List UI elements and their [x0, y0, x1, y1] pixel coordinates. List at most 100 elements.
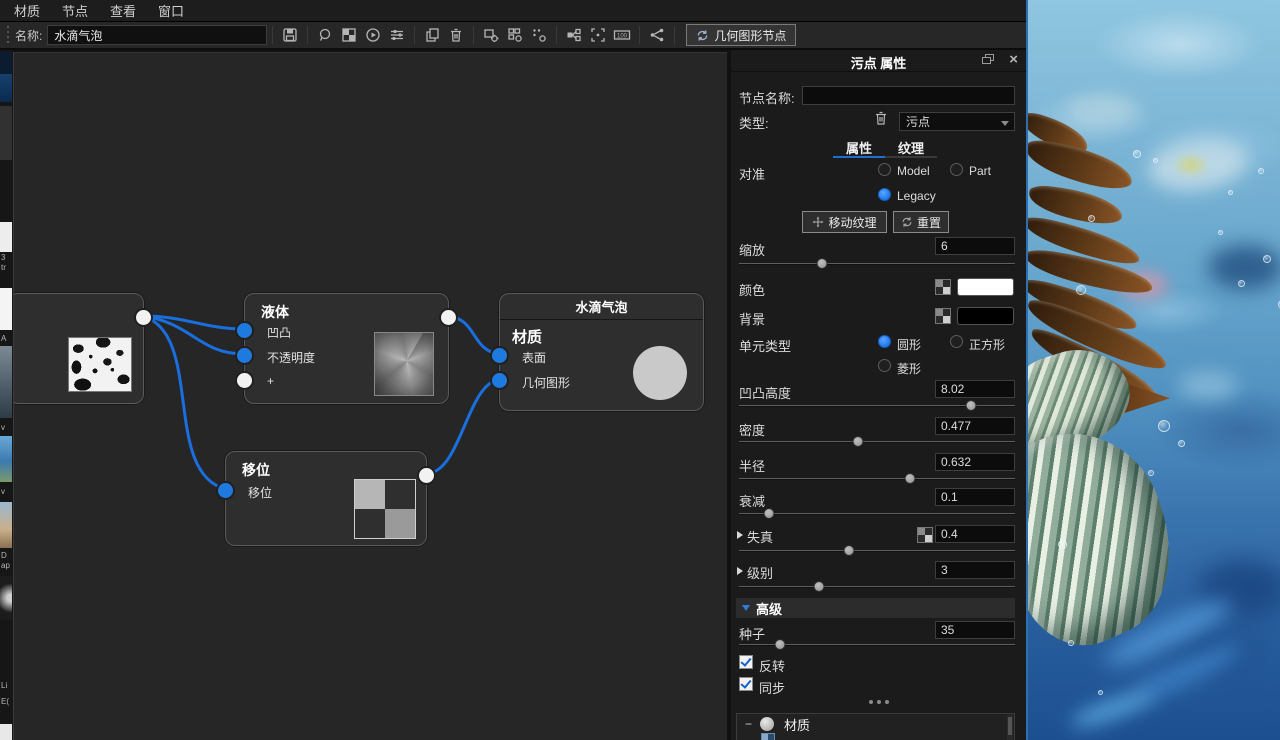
density-slider[interactable] [739, 436, 1015, 448]
distortion-slider[interactable] [739, 545, 1015, 557]
move-texture-button[interactable]: 移动纹理 [802, 211, 887, 233]
radio-circle[interactable] [878, 335, 891, 348]
input-port-geometry[interactable] [492, 373, 507, 388]
radius-input[interactable] [935, 453, 1015, 471]
output-port[interactable] [419, 468, 434, 483]
radio-diamond-label[interactable]: 菱形 [897, 360, 921, 377]
background-swatch[interactable] [957, 307, 1014, 325]
bump-height-slider[interactable] [739, 400, 1015, 412]
radio-part[interactable] [950, 163, 963, 176]
tab-texture[interactable]: 纹理 [885, 138, 937, 157]
menu-view[interactable]: 查看 [110, 1, 136, 20]
density-input[interactable] [935, 417, 1015, 435]
input-port-surface[interactable] [492, 348, 507, 363]
radio-diamond[interactable] [878, 359, 891, 372]
level-slider[interactable] [739, 581, 1015, 593]
output-port[interactable] [441, 310, 456, 325]
node-graph-canvas[interactable]: 液体 凹凸 不透明度 + 水滴气泡 材质 表面 几何图形 移位 移位 [13, 52, 727, 740]
invert-checkbox-label[interactable]: 反转 [759, 656, 785, 675]
output-port[interactable] [136, 310, 151, 325]
play-icon[interactable] [362, 24, 384, 46]
slider-thumb[interactable] [905, 473, 916, 484]
slider-thumb[interactable] [965, 400, 976, 411]
menu-node[interactable]: 节点 [62, 1, 88, 20]
input-port-bump[interactable] [237, 323, 252, 338]
radius-slider[interactable] [739, 473, 1015, 485]
tree-row-child-icon[interactable] [761, 733, 775, 740]
input-port-opacity[interactable] [237, 348, 252, 363]
invert-checkbox[interactable] [739, 655, 753, 669]
slider-thumb[interactable] [764, 508, 775, 519]
seed-slider[interactable] [739, 639, 1015, 651]
slider-thumb[interactable] [775, 639, 786, 650]
dots-settings-icon[interactable] [528, 24, 550, 46]
falloff-slider[interactable] [739, 508, 1015, 520]
fit-view-icon[interactable] [587, 24, 609, 46]
radio-model-label[interactable]: Model [897, 164, 930, 178]
sync-checkbox-label[interactable]: 同步 [759, 678, 785, 697]
port-label: 表面 [522, 349, 546, 366]
input-port-shift[interactable] [218, 483, 233, 498]
advanced-section-header[interactable]: 高级 [736, 598, 1015, 618]
expand-arrow-icon[interactable] [737, 531, 743, 539]
tree-scrollbar[interactable] [1007, 715, 1013, 740]
float-window-icon[interactable] [982, 54, 996, 66]
node-spots-texture[interactable] [13, 293, 144, 404]
split-branch-icon[interactable] [646, 24, 668, 46]
menu-window[interactable]: 窗口 [158, 1, 184, 20]
toolbar-separator [307, 26, 308, 44]
slider-thumb[interactable] [816, 258, 827, 269]
level-input[interactable] [935, 561, 1015, 579]
node-shift[interactable]: 移位 移位 [225, 451, 427, 546]
settings-sliders-icon[interactable] [386, 24, 408, 46]
reset-button[interactable]: 重置 [893, 211, 949, 233]
node-name-input[interactable] [802, 86, 1015, 105]
bump-height-input[interactable] [935, 380, 1015, 398]
radio-model[interactable] [878, 163, 891, 176]
distortion-input[interactable] [935, 525, 1015, 543]
scale-input[interactable] [935, 237, 1015, 255]
radio-circle-label[interactable]: 圆形 [897, 336, 921, 353]
node-settings-icon[interactable] [480, 24, 502, 46]
splitter-handle[interactable] [731, 700, 1026, 704]
expand-arrow-icon[interactable] [737, 567, 743, 575]
node-name-label: 节点名称: [739, 88, 795, 107]
multi-node-settings-icon[interactable] [504, 24, 526, 46]
background-texture-icon[interactable] [935, 308, 951, 324]
radio-part-label[interactable]: Part [969, 164, 991, 178]
node-water-drop-bubble[interactable]: 水滴气泡 材质 表面 几何图形 [499, 293, 704, 411]
geometry-node-button[interactable]: 几何图形节点 [686, 24, 796, 46]
slider-thumb[interactable] [844, 545, 855, 556]
slider-thumb[interactable] [814, 581, 825, 592]
seed-input[interactable] [935, 621, 1015, 639]
falloff-input[interactable] [935, 488, 1015, 506]
sync-checkbox[interactable] [739, 677, 753, 691]
preview-icon[interactable] [314, 24, 336, 46]
scale-slider[interactable] [739, 258, 1015, 270]
radio-legacy[interactable] [878, 188, 891, 201]
checker-icon[interactable] [338, 24, 360, 46]
material-name-input[interactable] [47, 25, 267, 45]
copy-icon[interactable] [421, 24, 443, 46]
node-liquid[interactable]: 液体 凹凸 不透明度 + [244, 293, 449, 404]
link-nodes-icon[interactable] [563, 24, 585, 46]
close-icon[interactable]: × [1009, 51, 1018, 68]
slider-thumb[interactable] [852, 436, 863, 447]
distortion-texture-icon[interactable] [917, 527, 933, 543]
type-dropdown[interactable]: 污点 [899, 112, 1015, 131]
toolbar-grip[interactable] [6, 26, 10, 44]
radio-square[interactable] [950, 335, 963, 348]
radio-square-label[interactable]: 正方形 [969, 336, 1005, 353]
save-icon[interactable] [279, 24, 301, 46]
menu-material[interactable]: 材质 [14, 1, 40, 20]
delete-icon[interactable] [445, 24, 467, 46]
collapse-icon[interactable]: − [745, 717, 752, 731]
input-port-add[interactable] [237, 373, 252, 388]
tab-properties[interactable]: 属性 [833, 138, 885, 157]
radio-legacy-label[interactable]: Legacy [897, 189, 936, 203]
color-swatch[interactable] [957, 278, 1014, 296]
color-texture-icon[interactable] [935, 279, 951, 295]
tree-row-material[interactable]: − 材质 [737, 716, 1014, 732]
zoom-100-icon[interactable]: 100 [611, 24, 633, 46]
delete-type-icon[interactable] [873, 110, 889, 129]
